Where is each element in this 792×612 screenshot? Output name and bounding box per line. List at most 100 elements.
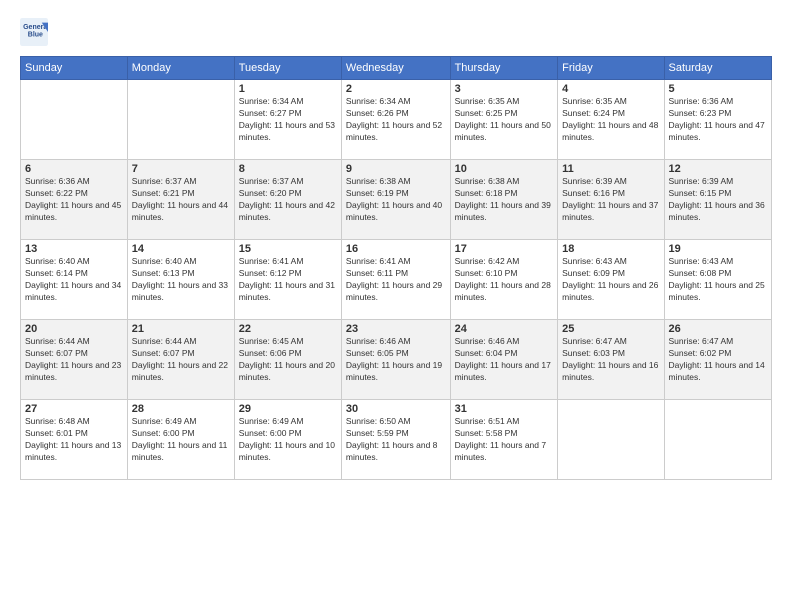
day-number: 20 <box>25 323 123 335</box>
svg-text:Blue: Blue <box>28 32 43 39</box>
day-info: Sunrise: 6:40 AM Sunset: 6:13 PM Dayligh… <box>132 256 230 304</box>
page-header: General Blue <box>20 18 772 46</box>
calendar-cell: 10Sunrise: 6:38 AM Sunset: 6:18 PM Dayli… <box>450 160 558 240</box>
day-info: Sunrise: 6:43 AM Sunset: 6:09 PM Dayligh… <box>562 256 659 304</box>
calendar-week-row: 13Sunrise: 6:40 AM Sunset: 6:14 PM Dayli… <box>21 240 772 320</box>
day-number: 29 <box>239 403 337 415</box>
day-number: 26 <box>669 323 767 335</box>
day-info: Sunrise: 6:42 AM Sunset: 6:10 PM Dayligh… <box>455 256 554 304</box>
day-number: 5 <box>669 83 767 95</box>
calendar-cell <box>558 400 664 480</box>
day-info: Sunrise: 6:49 AM Sunset: 6:00 PM Dayligh… <box>239 416 337 464</box>
day-info: Sunrise: 6:34 AM Sunset: 6:26 PM Dayligh… <box>346 96 446 144</box>
day-number: 28 <box>132 403 230 415</box>
day-info: Sunrise: 6:37 AM Sunset: 6:21 PM Dayligh… <box>132 176 230 224</box>
weekday-header: Friday <box>558 57 664 80</box>
day-info: Sunrise: 6:44 AM Sunset: 6:07 PM Dayligh… <box>25 336 123 384</box>
weekday-header: Sunday <box>21 57 128 80</box>
day-info: Sunrise: 6:46 AM Sunset: 6:04 PM Dayligh… <box>455 336 554 384</box>
day-number: 2 <box>346 83 446 95</box>
day-number: 19 <box>669 243 767 255</box>
calendar-cell: 7Sunrise: 6:37 AM Sunset: 6:21 PM Daylig… <box>127 160 234 240</box>
day-info: Sunrise: 6:48 AM Sunset: 6:01 PM Dayligh… <box>25 416 123 464</box>
day-number: 12 <box>669 163 767 175</box>
calendar-cell: 22Sunrise: 6:45 AM Sunset: 6:06 PM Dayli… <box>234 320 341 400</box>
weekday-header: Monday <box>127 57 234 80</box>
calendar-cell <box>664 400 771 480</box>
day-info: Sunrise: 6:36 AM Sunset: 6:23 PM Dayligh… <box>669 96 767 144</box>
day-info: Sunrise: 6:46 AM Sunset: 6:05 PM Dayligh… <box>346 336 446 384</box>
calendar-cell: 24Sunrise: 6:46 AM Sunset: 6:04 PM Dayli… <box>450 320 558 400</box>
weekday-header: Thursday <box>450 57 558 80</box>
day-number: 16 <box>346 243 446 255</box>
calendar-cell: 18Sunrise: 6:43 AM Sunset: 6:09 PM Dayli… <box>558 240 664 320</box>
day-info: Sunrise: 6:35 AM Sunset: 6:24 PM Dayligh… <box>562 96 659 144</box>
day-number: 30 <box>346 403 446 415</box>
calendar-cell: 20Sunrise: 6:44 AM Sunset: 6:07 PM Dayli… <box>21 320 128 400</box>
day-number: 17 <box>455 243 554 255</box>
calendar-cell: 6Sunrise: 6:36 AM Sunset: 6:22 PM Daylig… <box>21 160 128 240</box>
day-number: 10 <box>455 163 554 175</box>
calendar-cell: 3Sunrise: 6:35 AM Sunset: 6:25 PM Daylig… <box>450 80 558 160</box>
calendar-cell: 27Sunrise: 6:48 AM Sunset: 6:01 PM Dayli… <box>21 400 128 480</box>
weekday-header: Wednesday <box>341 57 450 80</box>
calendar-cell: 5Sunrise: 6:36 AM Sunset: 6:23 PM Daylig… <box>664 80 771 160</box>
day-info: Sunrise: 6:37 AM Sunset: 6:20 PM Dayligh… <box>239 176 337 224</box>
calendar-header-row: SundayMondayTuesdayWednesdayThursdayFrid… <box>21 57 772 80</box>
calendar-cell: 25Sunrise: 6:47 AM Sunset: 6:03 PM Dayli… <box>558 320 664 400</box>
day-info: Sunrise: 6:36 AM Sunset: 6:22 PM Dayligh… <box>25 176 123 224</box>
day-number: 21 <box>132 323 230 335</box>
calendar-cell: 8Sunrise: 6:37 AM Sunset: 6:20 PM Daylig… <box>234 160 341 240</box>
day-info: Sunrise: 6:41 AM Sunset: 6:11 PM Dayligh… <box>346 256 446 304</box>
logo-icon: General Blue <box>20 18 48 46</box>
day-number: 13 <box>25 243 123 255</box>
calendar-cell: 26Sunrise: 6:47 AM Sunset: 6:02 PM Dayli… <box>664 320 771 400</box>
day-info: Sunrise: 6:47 AM Sunset: 6:02 PM Dayligh… <box>669 336 767 384</box>
calendar-week-row: 20Sunrise: 6:44 AM Sunset: 6:07 PM Dayli… <box>21 320 772 400</box>
day-info: Sunrise: 6:44 AM Sunset: 6:07 PM Dayligh… <box>132 336 230 384</box>
day-info: Sunrise: 6:49 AM Sunset: 6:00 PM Dayligh… <box>132 416 230 464</box>
day-info: Sunrise: 6:41 AM Sunset: 6:12 PM Dayligh… <box>239 256 337 304</box>
day-number: 7 <box>132 163 230 175</box>
calendar-cell: 9Sunrise: 6:38 AM Sunset: 6:19 PM Daylig… <box>341 160 450 240</box>
day-number: 14 <box>132 243 230 255</box>
weekday-header: Saturday <box>664 57 771 80</box>
calendar-cell: 28Sunrise: 6:49 AM Sunset: 6:00 PM Dayli… <box>127 400 234 480</box>
day-number: 24 <box>455 323 554 335</box>
day-info: Sunrise: 6:38 AM Sunset: 6:18 PM Dayligh… <box>455 176 554 224</box>
weekday-header: Tuesday <box>234 57 341 80</box>
calendar-week-row: 27Sunrise: 6:48 AM Sunset: 6:01 PM Dayli… <box>21 400 772 480</box>
day-number: 8 <box>239 163 337 175</box>
day-number: 4 <box>562 83 659 95</box>
day-number: 22 <box>239 323 337 335</box>
day-number: 3 <box>455 83 554 95</box>
calendar-cell: 29Sunrise: 6:49 AM Sunset: 6:00 PM Dayli… <box>234 400 341 480</box>
calendar-cell: 11Sunrise: 6:39 AM Sunset: 6:16 PM Dayli… <box>558 160 664 240</box>
calendar-week-row: 1Sunrise: 6:34 AM Sunset: 6:27 PM Daylig… <box>21 80 772 160</box>
day-number: 9 <box>346 163 446 175</box>
calendar-cell: 13Sunrise: 6:40 AM Sunset: 6:14 PM Dayli… <box>21 240 128 320</box>
calendar-cell: 30Sunrise: 6:50 AM Sunset: 5:59 PM Dayli… <box>341 400 450 480</box>
day-number: 31 <box>455 403 554 415</box>
day-info: Sunrise: 6:39 AM Sunset: 6:16 PM Dayligh… <box>562 176 659 224</box>
calendar-cell: 23Sunrise: 6:46 AM Sunset: 6:05 PM Dayli… <box>341 320 450 400</box>
day-info: Sunrise: 6:34 AM Sunset: 6:27 PM Dayligh… <box>239 96 337 144</box>
calendar-week-row: 6Sunrise: 6:36 AM Sunset: 6:22 PM Daylig… <box>21 160 772 240</box>
calendar-cell: 19Sunrise: 6:43 AM Sunset: 6:08 PM Dayli… <box>664 240 771 320</box>
day-number: 6 <box>25 163 123 175</box>
day-number: 27 <box>25 403 123 415</box>
day-info: Sunrise: 6:39 AM Sunset: 6:15 PM Dayligh… <box>669 176 767 224</box>
day-number: 15 <box>239 243 337 255</box>
calendar-cell: 1Sunrise: 6:34 AM Sunset: 6:27 PM Daylig… <box>234 80 341 160</box>
day-number: 11 <box>562 163 659 175</box>
day-number: 25 <box>562 323 659 335</box>
day-info: Sunrise: 6:38 AM Sunset: 6:19 PM Dayligh… <box>346 176 446 224</box>
day-info: Sunrise: 6:50 AM Sunset: 5:59 PM Dayligh… <box>346 416 446 464</box>
calendar-cell: 2Sunrise: 6:34 AM Sunset: 6:26 PM Daylig… <box>341 80 450 160</box>
calendar-cell: 14Sunrise: 6:40 AM Sunset: 6:13 PM Dayli… <box>127 240 234 320</box>
calendar-cell: 15Sunrise: 6:41 AM Sunset: 6:12 PM Dayli… <box>234 240 341 320</box>
calendar-cell: 4Sunrise: 6:35 AM Sunset: 6:24 PM Daylig… <box>558 80 664 160</box>
day-info: Sunrise: 6:45 AM Sunset: 6:06 PM Dayligh… <box>239 336 337 384</box>
day-number: 23 <box>346 323 446 335</box>
calendar-cell <box>127 80 234 160</box>
